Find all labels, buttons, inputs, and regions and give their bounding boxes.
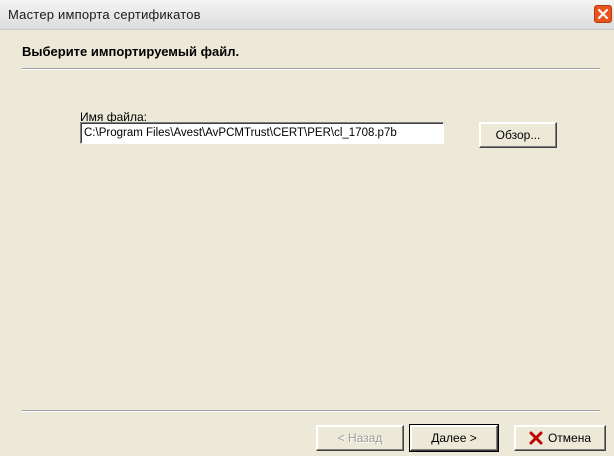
next-button-label: Далее > xyxy=(431,431,477,445)
cancel-button[interactable]: Отмена xyxy=(514,425,606,451)
title-bar[interactable]: Мастер импорта сертификатов xyxy=(0,0,614,30)
x-icon xyxy=(529,431,543,445)
browse-button[interactable]: Обзор... xyxy=(479,122,557,148)
header-divider xyxy=(22,68,600,70)
close-button[interactable] xyxy=(594,5,612,23)
import-wizard-window: Мастер импорта сертификатов Выберите имп… xyxy=(0,0,614,456)
footer-divider xyxy=(22,410,600,412)
back-button[interactable]: < Назад xyxy=(316,425,404,451)
page-title: Выберите импортируемый файл. xyxy=(22,44,240,59)
file-name-input[interactable] xyxy=(80,122,444,144)
next-button[interactable]: Далее > xyxy=(409,424,499,452)
wizard-header: Выберите импортируемый файл. xyxy=(0,30,614,70)
window-title: Мастер импорта сертификатов xyxy=(8,7,201,22)
browse-button-label: Обзор... xyxy=(495,128,541,142)
back-button-label: < Назад xyxy=(337,431,383,445)
cancel-button-label: Отмена xyxy=(547,431,592,445)
close-icon xyxy=(598,9,608,19)
